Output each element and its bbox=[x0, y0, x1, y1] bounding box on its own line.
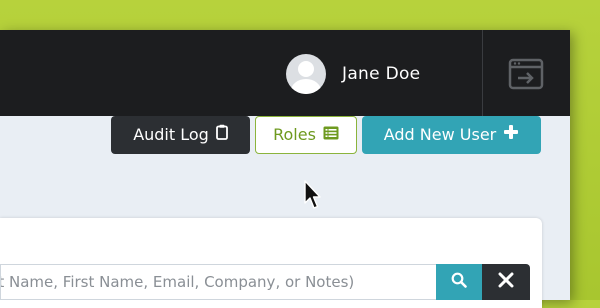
window-exit-icon[interactable] bbox=[508, 58, 544, 90]
audit-log-label: Audit Log bbox=[133, 125, 209, 144]
navbar-divider bbox=[482, 30, 483, 116]
search-button[interactable] bbox=[436, 264, 482, 300]
top-navbar: Jane Doe bbox=[0, 30, 570, 116]
add-user-label: Add New User bbox=[383, 125, 497, 144]
roles-button[interactable]: Roles bbox=[255, 116, 357, 154]
user-avatar-icon[interactable] bbox=[286, 54, 326, 94]
add-new-user-button[interactable]: Add New User bbox=[362, 116, 541, 154]
search-input[interactable] bbox=[0, 264, 436, 300]
close-icon bbox=[498, 272, 514, 292]
list-icon bbox=[323, 116, 339, 154]
clipboard-icon bbox=[215, 116, 228, 154]
audit-log-button[interactable]: Audit Log bbox=[111, 116, 250, 154]
roles-label: Roles bbox=[273, 125, 316, 144]
clear-search-button[interactable] bbox=[482, 264, 530, 300]
user-name[interactable]: Jane Doe bbox=[342, 64, 420, 84]
search-icon bbox=[451, 272, 467, 292]
mouse-cursor-icon bbox=[304, 180, 322, 214]
plus-icon bbox=[503, 116, 519, 154]
